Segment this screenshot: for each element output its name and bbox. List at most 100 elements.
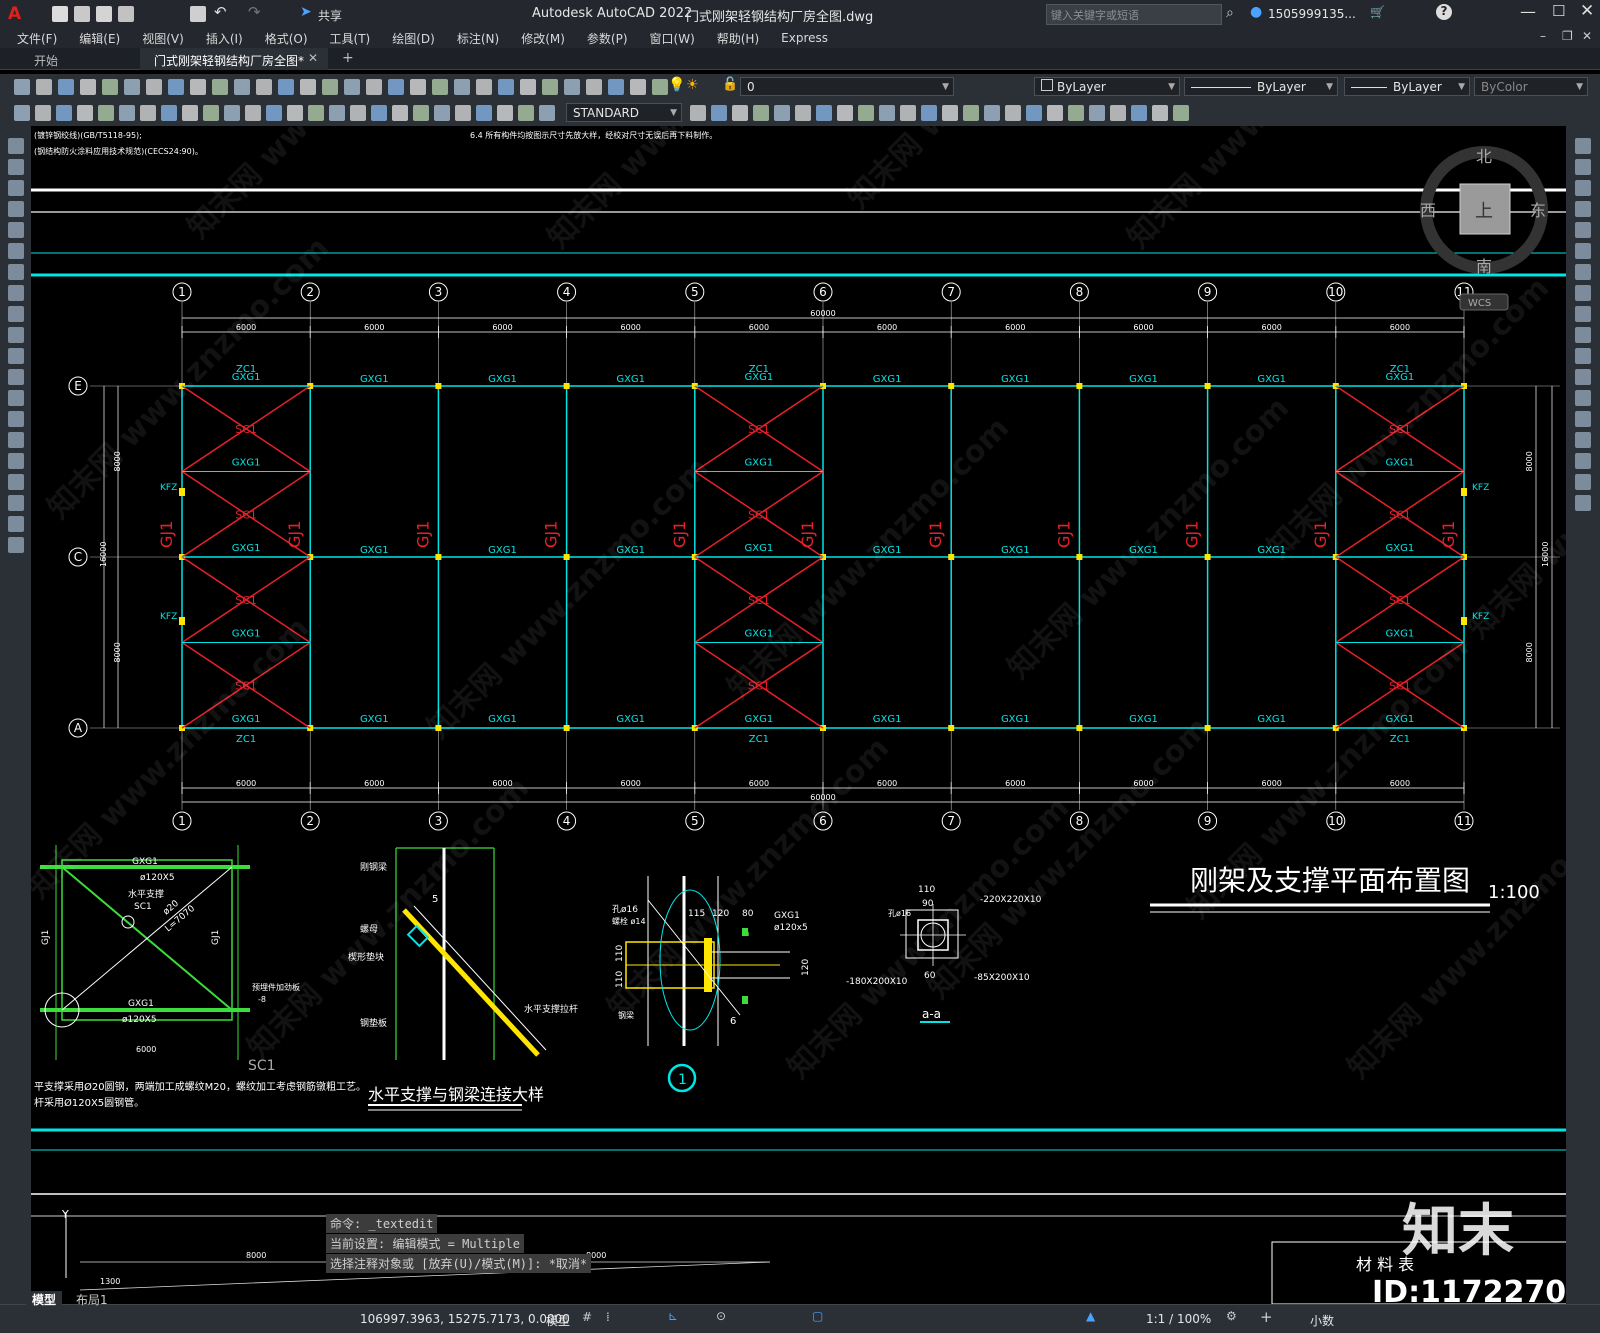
share-button[interactable]: 共享 [318,7,342,24]
open-icon[interactable] [586,79,602,95]
scale-icon[interactable] [392,105,408,121]
dim-edit-icon[interactable] [963,105,979,121]
layer-prev-icon[interactable] [542,79,558,95]
chamfer-icon[interactable] [518,105,534,121]
modify-tool-3-icon[interactable] [1575,201,1591,217]
tolerance-icon[interactable] [921,105,937,121]
annotation-scale[interactable]: 1:1 / 100% [1146,1312,1211,1326]
copy-icon[interactable] [146,79,162,95]
lineweight-dropdown[interactable]: ByLayer ▼ [1344,77,1470,96]
layer-props-icon[interactable] [498,79,514,95]
layer-sun-icon[interactable]: ☀ [686,77,699,93]
text-edit-icon[interactable] [287,105,303,121]
modify-tool-12-icon[interactable] [1575,390,1591,406]
modify-tool-6-icon[interactable] [1575,264,1591,280]
share-icon[interactable]: ➤ [300,4,312,20]
open-file-icon[interactable] [74,6,90,22]
trim-icon[interactable] [434,105,450,121]
draw-tool-5-icon[interactable] [8,243,24,259]
linetype-dropdown[interactable]: ByLayer ▼ [1184,77,1338,96]
dim-continue-icon[interactable] [900,105,916,121]
move-icon[interactable] [329,105,345,121]
modify-tool-9-icon[interactable] [1575,327,1591,343]
properties-icon[interactable] [344,79,360,95]
draw-tool-4-icon[interactable] [8,222,24,238]
modify-tool-17-icon[interactable] [1575,495,1591,511]
menu-help[interactable]: 帮助(H) [717,30,759,47]
extend-icon[interactable] [455,105,471,121]
modify-tool-13-icon[interactable] [1575,411,1591,427]
tool-palette-icon[interactable] [388,79,404,95]
scale-icon[interactable] [1089,105,1105,121]
cart-icon[interactable]: 🛒 [1370,5,1385,19]
draw-tool-2-icon[interactable] [8,180,24,196]
pan-icon[interactable] [256,79,272,95]
draw-tool-11-icon[interactable] [8,369,24,385]
match-icon[interactable] [190,79,206,95]
break-icon[interactable] [1173,105,1189,121]
new-file-icon[interactable] [52,6,68,22]
layer-lock-icon[interactable]: 🔓 [722,77,738,92]
join-icon[interactable] [497,105,513,121]
undo-icon[interactable]: ↶ [214,3,227,21]
menu-express[interactable]: Express [781,31,828,45]
paste-icon[interactable] [168,79,184,95]
print-icon[interactable] [630,79,646,95]
draw-tool-19-icon[interactable] [8,537,24,553]
text-edit-icon[interactable] [984,105,1000,121]
cut-icon[interactable] [124,79,140,95]
design-center-icon[interactable] [366,79,382,95]
preview-icon[interactable] [652,79,668,95]
color-dropdown[interactable]: ByLayer ▼ [1034,77,1180,96]
search-icon[interactable]: ⌕ [1226,5,1234,21]
zoom-prev-icon[interactable] [322,79,338,95]
tab-close-icon[interactable]: ✕ [308,51,318,65]
tab-active-drawing[interactable]: 门式刚架轻钢结构厂房全图* ✕ [140,48,328,70]
menu-draw[interactable]: 绘图(D) [392,30,435,47]
dim-ordinate-icon[interactable] [774,105,790,121]
save-icon[interactable] [96,6,112,22]
user-icon[interactable]: ● [1250,4,1262,20]
viewcube-east[interactable]: 东 [1530,201,1546,220]
dim-continue-icon[interactable] [203,105,219,121]
polar-icon[interactable]: ⊙ [716,1309,726,1323]
dim-linear-icon[interactable] [14,105,30,121]
draw-tool-16-icon[interactable] [8,474,24,490]
markup-icon[interactable] [432,79,448,95]
tab-layout1[interactable]: 布局1 [70,1291,114,1308]
draw-tool-6-icon[interactable] [8,264,24,280]
minimize-button[interactable]: — [1520,2,1536,21]
menu-tools[interactable]: 工具(T) [330,30,371,47]
draw-tool-13-icon[interactable] [8,411,24,427]
fillet-icon[interactable] [539,105,555,121]
modify-tool-1-icon[interactable] [1575,159,1591,175]
tab-model[interactable]: 模型 [26,1291,63,1308]
rotate-icon[interactable] [1068,105,1084,121]
viewcube-north[interactable]: 北 [1476,147,1492,166]
redo-icon[interactable] [234,79,250,95]
model-space-button[interactable]: 模型 [546,1312,570,1329]
plotstyle-dropdown[interactable]: ByColor ▼ [1474,77,1588,96]
units-dropdown[interactable]: 小数 [1310,1312,1334,1329]
modify-tool-11-icon[interactable] [1575,369,1591,385]
menu-insert[interactable]: 插入(I) [206,30,243,47]
dim-baseline-icon[interactable] [182,105,198,121]
menu-file[interactable]: 文件(F) [17,30,57,47]
help-icon[interactable]: ? [1436,4,1452,20]
doc-minimize-button[interactable]: – [1540,29,1546,43]
draw-tool-7-icon[interactable] [8,285,24,301]
menu-edit[interactable]: 编辑(E) [79,30,120,47]
dim-update-icon[interactable] [1005,105,1021,121]
modify-tool-14-icon[interactable] [1575,432,1591,448]
snap-icon[interactable]: ⁞ [606,1310,610,1324]
modify-tool-10-icon[interactable] [1575,348,1591,364]
draw-tool-18-icon[interactable] [8,516,24,532]
dim-ordinate-icon[interactable] [77,105,93,121]
dim-radius-icon[interactable] [795,105,811,121]
stretch-icon[interactable] [1110,105,1126,121]
break-icon[interactable] [476,105,492,121]
tab-start[interactable]: 开始 [10,48,130,70]
dim-arc-icon[interactable] [753,105,769,121]
open-icon[interactable] [36,79,52,95]
dim-radius-icon[interactable] [98,105,114,121]
